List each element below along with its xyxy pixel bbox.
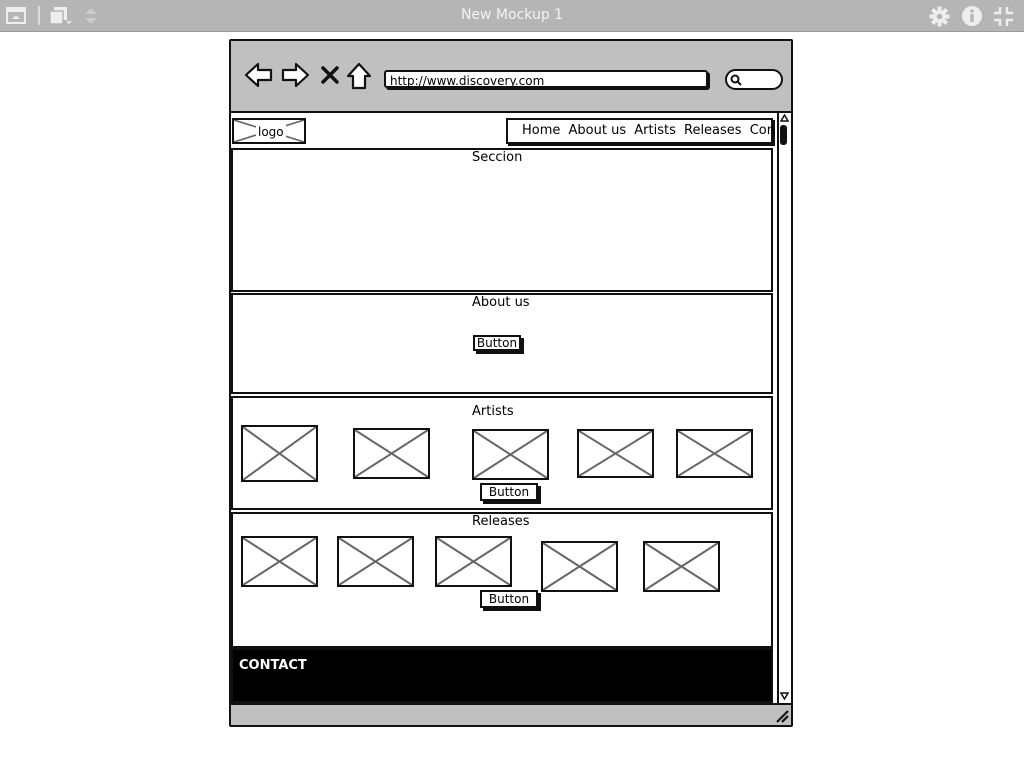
scrollbar[interactable]: [777, 113, 790, 703]
release-image-placeholder: [541, 541, 618, 592]
app-toolbar: New Mockup 1: [0, 0, 1024, 32]
artists-title: Artists: [472, 404, 514, 419]
contact-footer: CONTACT: [231, 648, 773, 703]
release-image-placeholder: [337, 536, 414, 587]
releases-button[interactable]: Button: [480, 590, 538, 608]
nav-item-contact[interactable]: Contact: [750, 123, 775, 138]
nav-menu: Home About us Artists Releases Contact: [506, 118, 775, 144]
placeholder-x-icon: [437, 538, 510, 585]
logo-label: logo: [256, 125, 286, 139]
scroll-down-icon[interactable]: [780, 691, 789, 700]
scroll-thumb[interactable]: [780, 125, 787, 145]
placeholder-x-icon: [355, 430, 428, 477]
forward-arrow-icon[interactable]: [280, 61, 310, 89]
nav-item-artists[interactable]: Artists: [634, 123, 676, 138]
artist-image-placeholder: [353, 428, 430, 479]
search-field[interactable]: [725, 69, 783, 90]
placeholder-x-icon: [579, 431, 652, 476]
seccion-title: Seccion: [472, 150, 523, 165]
info-icon[interactable]: [961, 5, 983, 27]
logo-placeholder: logo: [232, 118, 306, 144]
placeholder-x-icon: [645, 543, 718, 590]
fullscreen-icon[interactable]: [993, 6, 1014, 27]
back-arrow-icon[interactable]: [244, 61, 274, 89]
contact-title: CONTACT: [239, 658, 307, 673]
home-icon[interactable]: [346, 62, 372, 90]
nav-item-releases[interactable]: Releases: [684, 123, 742, 138]
browser-chrome: http://www.discovery.com: [231, 41, 791, 113]
placeholder-x-icon: [543, 543, 616, 590]
seccion-section: Seccion: [231, 148, 773, 292]
nav-item-about-us[interactable]: About us: [569, 123, 627, 138]
artist-image-placeholder: [241, 425, 318, 482]
release-image-placeholder: [241, 536, 318, 587]
about-section: About us Button: [231, 293, 773, 394]
artists-section: Artists Button: [231, 396, 773, 510]
placeholder-x-icon: [474, 431, 547, 478]
page-content: logo Home About us Artists Releases Cont…: [231, 113, 775, 703]
releases-section: Releases Button: [231, 512, 773, 648]
artists-button[interactable]: Button: [480, 483, 538, 501]
about-button[interactable]: Button: [473, 335, 521, 351]
artist-image-placeholder: [577, 429, 654, 478]
browser-statusbar: [231, 703, 791, 725]
placeholder-x-icon: [243, 538, 316, 585]
resize-handle-icon[interactable]: [775, 709, 789, 723]
search-icon: [730, 74, 742, 86]
address-bar[interactable]: http://www.discovery.com: [384, 70, 708, 88]
artist-image-placeholder: [676, 429, 753, 478]
app-title: New Mockup 1: [460, 7, 564, 23]
placeholder-x-icon: [243, 427, 316, 480]
scroll-up-icon[interactable]: [780, 114, 789, 122]
placeholder-x-icon: [339, 538, 412, 585]
gear-icon[interactable]: [929, 6, 950, 27]
placeholder-x-icon: [678, 431, 751, 476]
release-image-placeholder: [643, 541, 720, 592]
nav-item-home[interactable]: Home: [522, 123, 560, 138]
about-title: About us: [472, 295, 530, 310]
browser-window: http://www.discovery.com logo Home About…: [229, 39, 793, 727]
releases-title: Releases: [472, 514, 530, 529]
close-x-icon[interactable]: [320, 65, 340, 85]
release-image-placeholder: [435, 536, 512, 587]
artist-image-placeholder: [472, 429, 549, 480]
